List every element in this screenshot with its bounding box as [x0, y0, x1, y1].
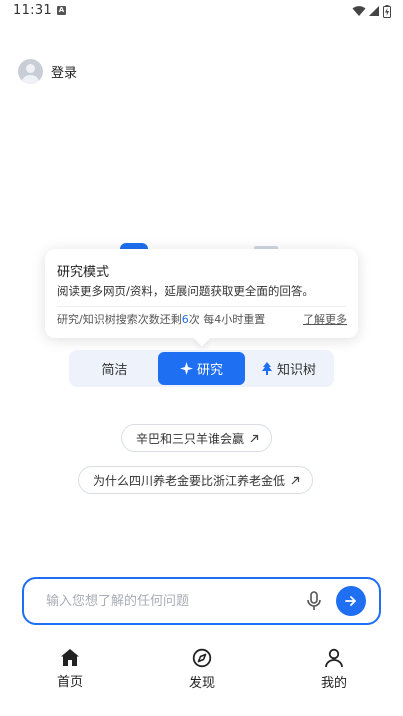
- nav-discover[interactable]: 发现: [172, 648, 232, 691]
- quota-count: 6: [181, 313, 189, 326]
- mode-knowledge-tree-label: 知识树: [276, 363, 316, 378]
- suggestion-chip[interactable]: 辛巴和三只羊谁会赢: [121, 424, 273, 452]
- microphone-icon[interactable]: [305, 591, 323, 611]
- mode-concise-label: 简洁: [101, 363, 128, 378]
- search-input[interactable]: [46, 579, 296, 623]
- signal-icon: [369, 6, 379, 16]
- quota-suffix: 次 每4小时重置: [188, 313, 266, 326]
- status-icons: [352, 4, 391, 18]
- popover-quota: 研究/知识树搜索次数还剩6次 每4小时重置: [57, 311, 265, 327]
- app-screen: 11:31 A 登录 研究模式 阅读更多网页/资料，延展问题获取更全面的回答。 …: [0, 0, 403, 716]
- login-label: 登录: [51, 66, 78, 81]
- home-icon: [61, 649, 79, 666]
- arrow-up-right-icon: [250, 434, 259, 442]
- compass-icon: [192, 648, 212, 668]
- notification-badge-icon: A: [57, 6, 66, 15]
- mode-knowledge-tree[interactable]: 知识树: [245, 352, 332, 385]
- login-button[interactable]: 登录: [18, 59, 77, 84]
- nav-discover-label: 发现: [188, 676, 215, 691]
- mode-research[interactable]: 研究: [158, 352, 245, 385]
- suggestion-label: 辛巴和三只羊谁会赢: [136, 431, 245, 446]
- arrow-up-right-icon: [291, 476, 300, 484]
- sparkle-icon: [179, 362, 193, 375]
- nav-home-label: 首页: [56, 675, 83, 690]
- research-mode-popover: 研究模式 阅读更多网页/资料，延展问题获取更全面的回答。 研究/知识树搜索次数还…: [45, 249, 358, 338]
- mode-concise[interactable]: 简洁: [71, 352, 158, 385]
- status-time: 11:31: [13, 3, 52, 18]
- status-bar: 11:31 A: [0, 0, 403, 24]
- nav-home[interactable]: 首页: [40, 648, 100, 690]
- popover-title: 研究模式: [57, 265, 110, 280]
- quota-prefix: 研究/知识树搜索次数还剩: [57, 313, 182, 326]
- arrow-right-icon: [345, 596, 356, 606]
- mode-selector: 简洁 研究 知识树: [69, 350, 334, 387]
- suggestion-label: 为什么四川养老金要比浙江养老金低: [93, 473, 286, 488]
- nav-mine[interactable]: 我的: [304, 648, 364, 691]
- learn-more-link[interactable]: 了解更多: [303, 311, 347, 327]
- send-button[interactable]: [336, 586, 366, 616]
- search-box: [22, 577, 381, 625]
- battery-icon: [383, 4, 391, 18]
- mode-research-label: 研究: [196, 363, 223, 378]
- popover-description: 阅读更多网页/资料，延展问题获取更全面的回答。: [57, 284, 314, 298]
- bottom-nav: 首页 发现 我的: [0, 640, 403, 716]
- wifi-icon: [352, 6, 366, 16]
- suggestion-chip[interactable]: 为什么四川养老金要比浙江养老金低: [78, 466, 314, 494]
- nav-mine-label: 我的: [320, 676, 347, 691]
- tree-icon: [261, 361, 272, 375]
- popover-divider: [57, 306, 346, 307]
- avatar-icon: [18, 59, 43, 84]
- user-icon: [325, 648, 343, 668]
